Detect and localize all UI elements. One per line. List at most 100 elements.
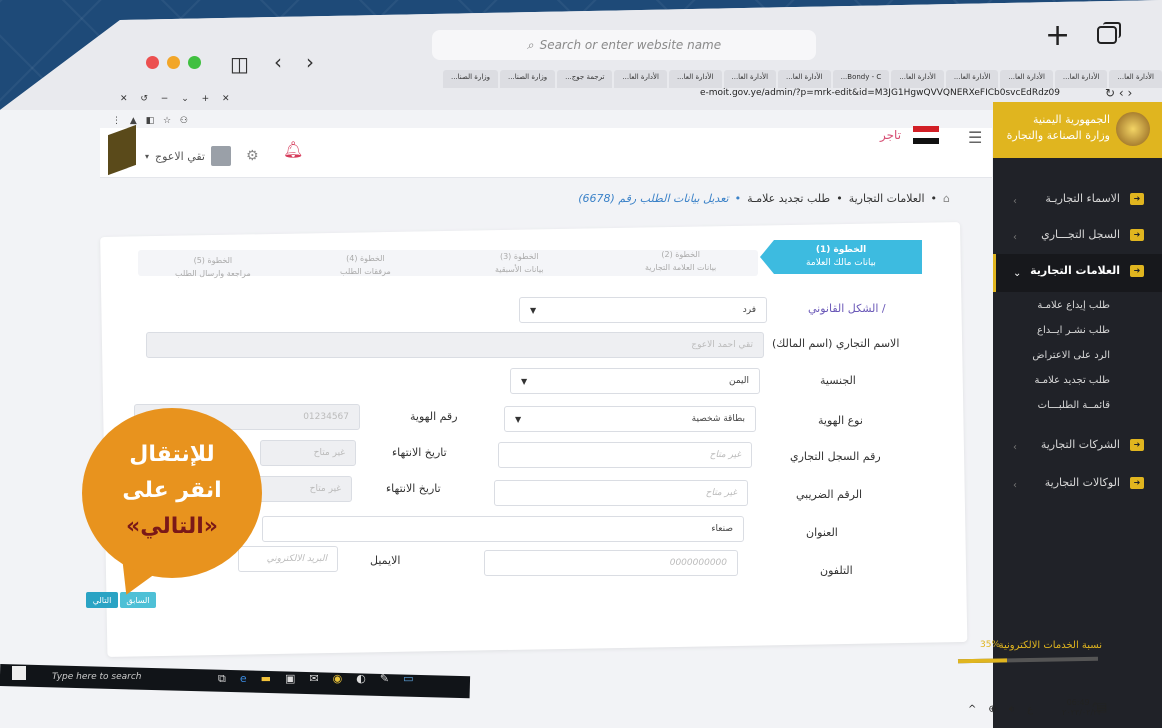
avatar [210, 146, 231, 166]
sub-item-deposit-mark[interactable]: طلب إيداع علامـة [1037, 300, 1110, 311]
phone-field[interactable]: 0000000000 [484, 550, 738, 576]
reload-back-icons[interactable]: ↻ ‹ › [1105, 86, 1132, 100]
sidebar-item-trademarks[interactable]: العلامات التجارية ➜ [1030, 264, 1144, 277]
search-input[interactable]: ⌕ Search or enter website name [432, 30, 816, 60]
user-menu[interactable]: ▾ تقي الاعوج [145, 146, 231, 166]
browser-tab[interactable]: وزارة الصنا... [500, 70, 556, 88]
language-indicator[interactable]: ع [1027, 704, 1033, 715]
volume-icon[interactable]: 🔉︎ [1009, 704, 1015, 715]
browser-tab[interactable]: Bondy - C... [832, 70, 890, 88]
caret-down-icon: ▼ [530, 305, 537, 315]
legal-form-select[interactable]: فرد ▼ [519, 297, 767, 323]
trade-name-value: تقي احمد الاعوج [691, 340, 753, 350]
cr-number-field[interactable]: غير متاح [498, 442, 752, 468]
close-dot-icon[interactable] [146, 56, 159, 69]
id-type-value: بطاقة شخصية [691, 414, 745, 424]
sidebar-item-label: السجل التجـــاري [1041, 228, 1120, 241]
network-icon[interactable]: ⊕ [988, 704, 996, 715]
browser-tab[interactable]: الأدارة العا... [723, 70, 777, 88]
next-button[interactable]: التالي [86, 592, 118, 608]
tax-number-field[interactable]: غير متاح [494, 480, 748, 506]
task-view-icon[interactable]: ⧉ [218, 672, 226, 686]
tab-strip: الأدارة العا... الأدارة العا... الأدارة … [230, 70, 1162, 88]
breadcrumb-level1[interactable]: العلامات التجارية [849, 192, 925, 205]
caret-down-icon: ▼ [515, 414, 522, 424]
step-subtitle: بيانات الأسبقية [495, 265, 544, 274]
tax-number-label: الرقم الضريبي [796, 488, 863, 501]
mail-icon[interactable]: ✉ [309, 672, 318, 686]
tax-number-value: غير متاح [705, 488, 737, 498]
step-5[interactable]: الخطوة (5) مراجعة وارسال الطلب [175, 254, 251, 280]
sidebar-item-trade-names[interactable]: الاسماء التجاريـة ➜ [1045, 192, 1144, 205]
browser-tab[interactable]: الأدارة العا... [945, 70, 999, 88]
progress-fill [957, 658, 1008, 664]
store-icon[interactable]: ▣ [285, 672, 295, 686]
step-4[interactable]: الخطوة (4) مرفقات الطلب [340, 252, 391, 278]
display-icon[interactable]: ▭ [403, 672, 413, 686]
sub-item-publish-deposit[interactable]: طلب نشـر ايــداع [1037, 325, 1110, 336]
system-tray: ^ ⊕ 🔉︎ ع [968, 704, 1033, 715]
email-label: الايميل [370, 554, 401, 567]
sub-item-requests-list[interactable]: قائمــة الطلبـــات [1038, 400, 1110, 411]
chevron-left-icon: ‹ [1013, 232, 1017, 243]
browser-tab[interactable]: الأدارة العا... [668, 70, 722, 88]
search-placeholder: Search or enter website name [539, 38, 722, 52]
breadcrumb: ⌂ • العلامات التجارية • طلب تجديد علامـة… [578, 192, 950, 205]
expiry2-field: غير متاح [256, 476, 352, 502]
home-icon[interactable]: ⌂ [943, 192, 950, 205]
windows-start-icon[interactable] [12, 666, 26, 680]
browser-tab[interactable]: الأدارة العا... [1000, 70, 1053, 88]
taskbar-apps: ⧉ e ▬ ▣ ✉ ◉ ◐ ✎ ▭ [218, 672, 414, 686]
paint-icon[interactable]: ✎ [380, 672, 389, 686]
edge-icon[interactable]: e [240, 672, 247, 686]
yemen-flag-icon [913, 126, 939, 144]
nationality-select[interactable]: اليمن ▼ [510, 368, 760, 394]
minimize-dot-icon[interactable] [167, 56, 180, 69]
browser-tab[interactable]: الأدارة العا... [778, 70, 831, 88]
expiry-field: غير متاح [260, 440, 356, 466]
browser-tab[interactable]: الأدارة العا... [891, 70, 944, 88]
expiry2-value: غير متاح [309, 484, 341, 494]
breadcrumb-level2[interactable]: طلب تجديد علامـة [747, 192, 830, 205]
step-3[interactable]: الخطوة (3) بيانات الأسبقية [495, 250, 543, 276]
bubble-line-3: «التالي» [126, 514, 218, 539]
sub-item-reply-objection[interactable]: الرد على الاعتراض [1032, 350, 1110, 361]
gear-icon[interactable]: ⚙ [246, 148, 259, 164]
emblem-icon [1116, 112, 1150, 146]
bookmark-icons[interactable]: ⋮ ▲ ◧ ☆ ⚇ [112, 116, 188, 126]
step-subtitle: مراجعة وارسال الطلب [175, 269, 251, 278]
progress-value: 35% [980, 640, 1001, 650]
chrome-icon[interactable]: ◉ [333, 672, 343, 686]
id-number-value: 01234567 [303, 412, 349, 422]
bell-icon[interactable]: 🔔︎ [283, 140, 303, 159]
tab-window-controls[interactable]: ✕ ↺ − ⌄ + ✕ [120, 94, 230, 104]
taskbar-search[interactable]: Type here to search [52, 672, 141, 682]
new-tab-icon[interactable]: + [1045, 18, 1070, 53]
browser-tab[interactable]: ترجمة جوج... [557, 70, 613, 88]
sidebar-item-label: العلامات التجارية [1030, 264, 1120, 277]
zoom-dot-icon[interactable] [188, 56, 201, 69]
folder-icon[interactable]: ▬ [261, 672, 271, 686]
browser-tab[interactable]: الأدارة العا... [614, 70, 667, 88]
browser-tab[interactable]: وزارة الصنا... [443, 70, 499, 88]
address-field[interactable]: صنعاء [262, 516, 744, 542]
chevron-up-icon[interactable]: ^ [968, 704, 976, 715]
sub-item-renew-mark[interactable]: طلب تجديد علامـة [1034, 375, 1110, 386]
browser-tab[interactable]: الأدارة العا... [1054, 70, 1108, 88]
hamburger-icon[interactable]: ☰ [968, 128, 982, 147]
sidebar-item-commercial-register[interactable]: السجل التجـــاري ➜ [1041, 228, 1144, 241]
cr-number-label: رقم السجل التجاري [790, 450, 881, 463]
step-subtitle: بيانات العلامة التجارية [645, 263, 717, 272]
sidebar-item-companies[interactable]: الشركات التجارية ➜ [1041, 438, 1144, 451]
id-type-select[interactable]: بطاقة شخصية ▼ [504, 406, 756, 432]
phone-value: 0000000000 [669, 558, 727, 568]
browser-window: ◫ ‹ › ⌕ Search or enter website name + ا… [0, 0, 1162, 728]
app-icon[interactable]: ◐ [356, 672, 366, 686]
email-field[interactable]: البريد الالكتروني [238, 546, 338, 572]
sidebar-item-agencies[interactable]: الوكالات التجارية ➜ [1045, 476, 1144, 489]
tab-overview-icon[interactable] [1097, 22, 1121, 44]
address-bar[interactable]: e-moit.gov.ye/admin/?p=mrk-edit&id=M3JG1… [700, 88, 1060, 98]
chevron-down-icon: ⌄ [1013, 268, 1022, 279]
notification-icon[interactable]: ▤ [1096, 700, 1107, 714]
step-2[interactable]: الخطوة (2) بيانات العلامة التجارية [645, 248, 716, 274]
